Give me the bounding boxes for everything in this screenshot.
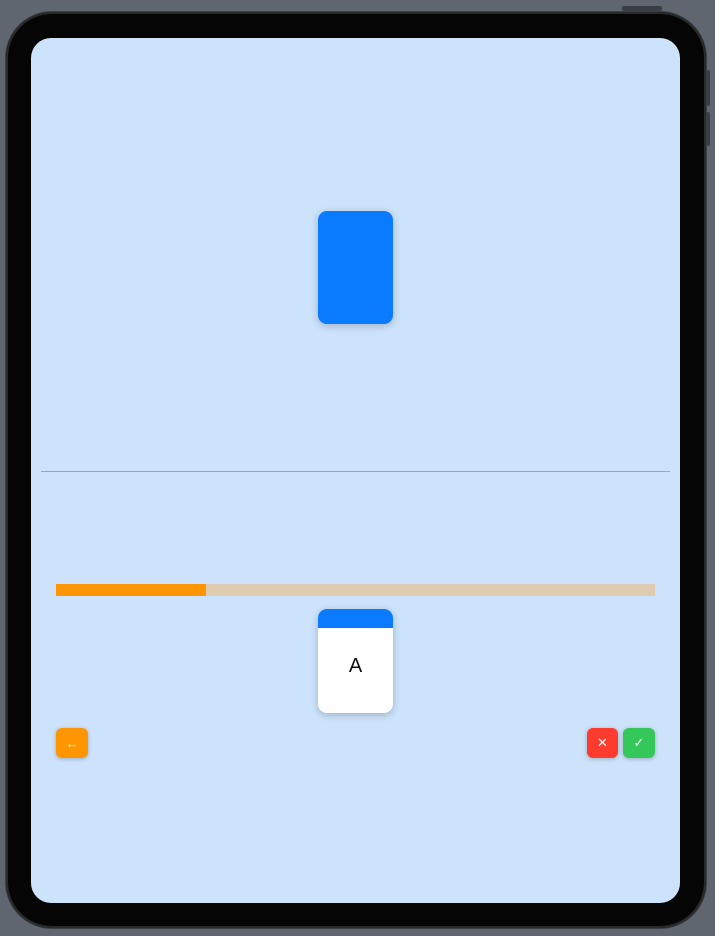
volume-up-button xyxy=(706,70,710,106)
arrow-left-icon: ← xyxy=(65,735,79,751)
correct-button[interactable]: ✓ xyxy=(623,728,655,758)
card-header-band xyxy=(318,609,393,628)
power-button xyxy=(622,6,662,11)
back-button[interactable]: ← xyxy=(56,728,88,758)
checkmark-icon: ✓ xyxy=(633,735,645,750)
face-down-card[interactable] xyxy=(318,211,393,324)
progress-bar xyxy=(56,584,655,596)
close-icon: ✕ xyxy=(597,735,608,750)
card-letter: A xyxy=(348,654,363,677)
volume-down-button xyxy=(706,112,710,146)
progress-fill xyxy=(56,584,206,596)
answer-card[interactable]: A xyxy=(318,609,393,713)
divider xyxy=(41,471,670,472)
app-screen: A ← ✕ ✓ xyxy=(31,38,680,903)
wrong-button[interactable]: ✕ xyxy=(587,728,618,758)
